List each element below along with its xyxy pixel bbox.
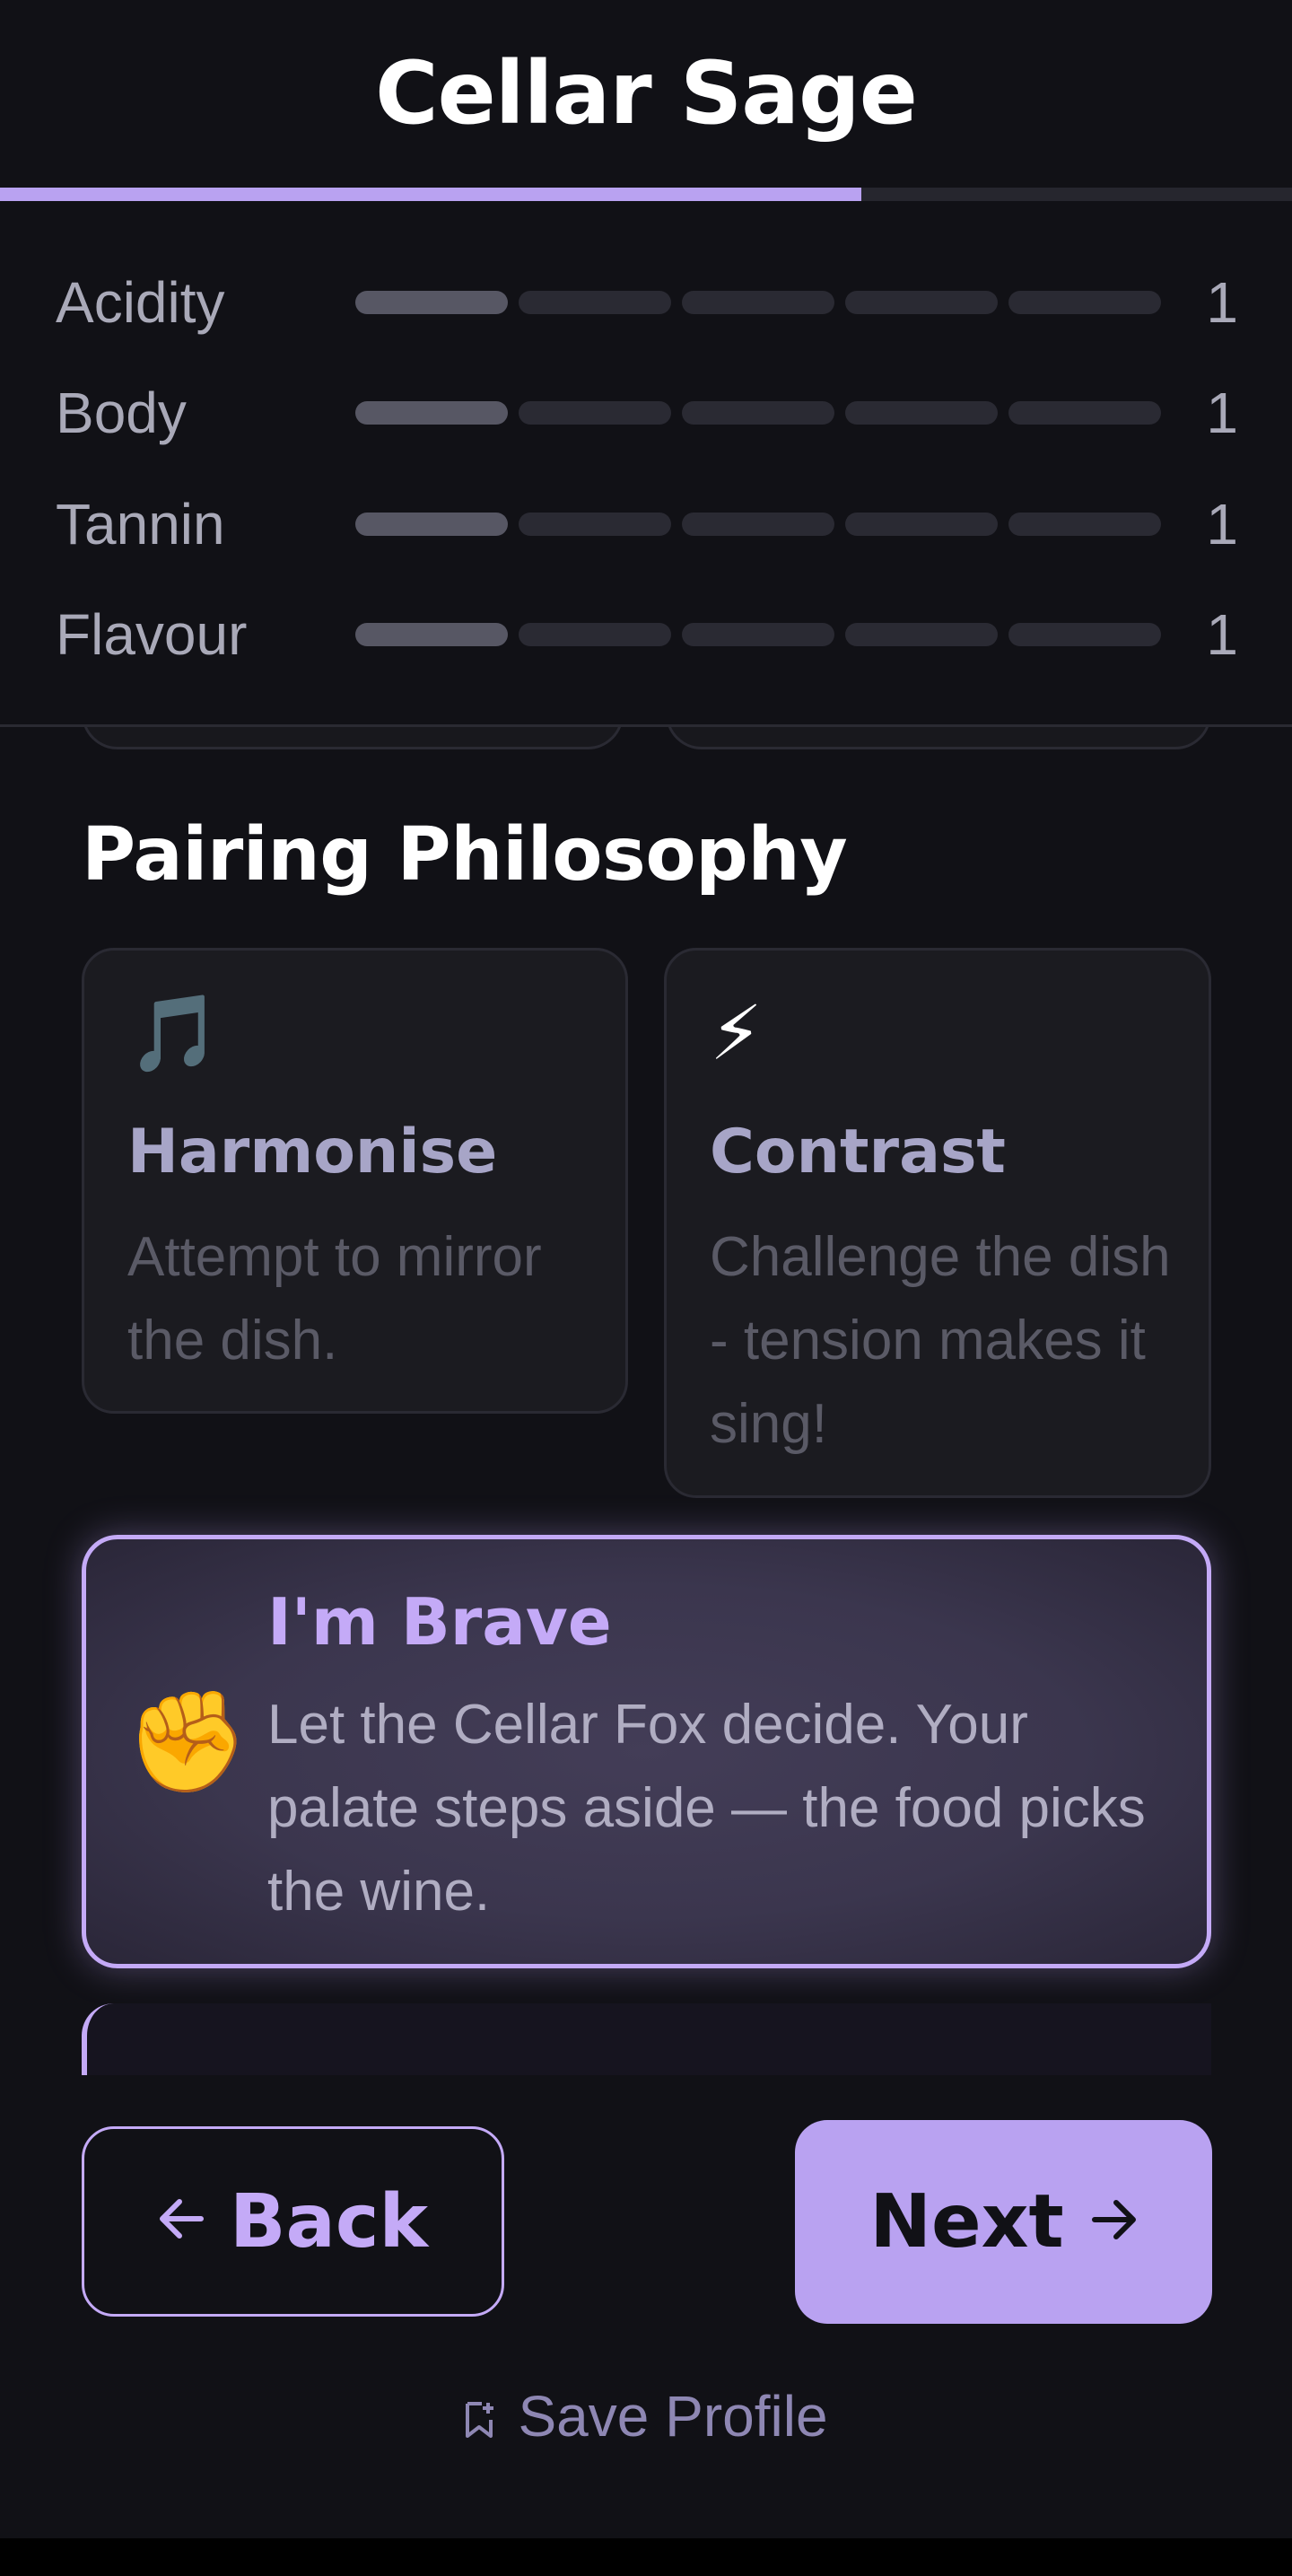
save-profile-label: Save Profile — [518, 2384, 828, 2449]
back-label: Back — [230, 2178, 428, 2265]
level-segment[interactable] — [682, 291, 834, 314]
arrow-left-icon — [158, 2190, 205, 2253]
level-segment[interactable] — [845, 623, 998, 646]
raised-fist-icon: ✊ — [126, 1684, 249, 1799]
level-segment[interactable] — [1008, 401, 1161, 425]
back-button[interactable]: Back — [82, 2126, 504, 2317]
bookmark-plus-icon — [464, 2387, 494, 2438]
progress-fill — [0, 188, 862, 201]
attribute-label: Flavour — [56, 602, 248, 667]
level-segment[interactable] — [355, 513, 508, 536]
taste-profile-panel: Acidity 1 Body 1 Tannin 1 Flavour 1 — [0, 201, 1292, 727]
level-segment[interactable] — [682, 401, 834, 425]
header: Cellar Sage — [0, 0, 1292, 188]
option-title: I'm Brave — [267, 1584, 612, 1660]
level-segment[interactable] — [519, 401, 671, 425]
level-segment[interactable] — [355, 291, 508, 314]
progress-bar — [0, 188, 1292, 201]
level-segment[interactable] — [519, 291, 671, 314]
option-description: Let the Cellar Fox decide. Your palate s… — [267, 1694, 1146, 1923]
level-segment[interactable] — [519, 513, 671, 536]
option-title: Contrast — [710, 1117, 1006, 1187]
next-label: Next — [869, 2179, 1064, 2265]
attribute-label: Body — [56, 381, 187, 445]
level-segment[interactable] — [519, 623, 671, 646]
section-title: Pairing Philosophy — [82, 812, 848, 898]
attribute-value: 1 — [1206, 270, 1238, 335]
next-button[interactable]: Next — [795, 2120, 1212, 2324]
level-segment[interactable] — [355, 401, 508, 425]
option-description: Challenge the dish - tension makes it si… — [710, 1226, 1171, 1455]
attribute-row-flavour: Flavour 1 — [0, 596, 1292, 667]
music-note-icon: 🎵 — [127, 989, 222, 1077]
level-segment[interactable] — [355, 623, 508, 646]
option-card-im-brave[interactable]: ✊ I'm Brave Let the Cellar Fox decide. Y… — [82, 1535, 1211, 1968]
attribute-value: 1 — [1206, 492, 1238, 556]
arrow-right-icon — [1091, 2191, 1138, 2254]
option-card-harmonise[interactable]: 🎵 Harmonise Attempt to mirror the dish. — [82, 948, 628, 1414]
attribute-row-body: Body 1 — [0, 374, 1292, 445]
level-segment[interactable] — [845, 401, 998, 425]
app-screen: Cellar Sage Acidity 1 Body 1 Tannin 1 Fl… — [0, 0, 1292, 2538]
level-segment[interactable] — [1008, 513, 1161, 536]
level-segment[interactable] — [1008, 623, 1161, 646]
attribute-label: Tannin — [56, 492, 225, 556]
option-description: Attempt to mirror the dish. — [127, 1226, 542, 1371]
level-segment[interactable] — [682, 623, 834, 646]
level-segment[interactable] — [845, 291, 998, 314]
attribute-row-tannin: Tannin 1 — [0, 486, 1292, 556]
app-title: Cellar Sage — [375, 43, 918, 144]
next-section-card — [82, 2003, 1211, 2075]
attribute-label: Acidity — [56, 270, 225, 335]
save-profile-link[interactable]: Save Profile — [0, 2383, 1292, 2449]
level-segment[interactable] — [845, 513, 998, 536]
level-segment[interactable] — [1008, 291, 1161, 314]
attribute-value: 1 — [1206, 602, 1238, 667]
attribute-value: 1 — [1206, 381, 1238, 445]
option-card-contrast[interactable]: ⚡ Contrast Challenge the dish - tension … — [664, 948, 1211, 1498]
level-segment[interactable] — [682, 513, 834, 536]
option-title: Harmonise — [127, 1117, 498, 1187]
attribute-row-acidity: Acidity 1 — [0, 264, 1292, 335]
lightning-icon: ⚡ — [710, 989, 763, 1077]
